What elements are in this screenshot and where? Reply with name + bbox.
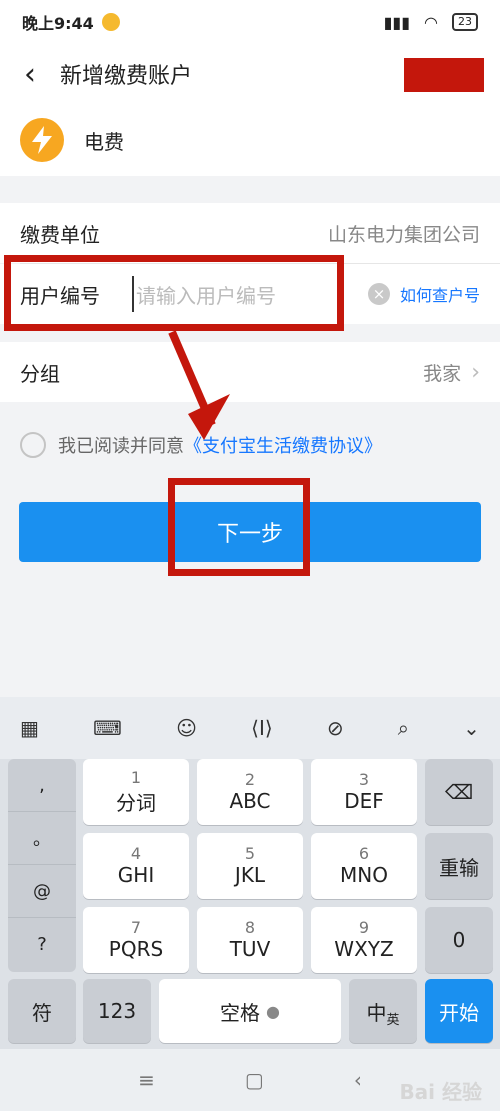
keyboard: , 。 @ ? 1 分词 2 ABC 3 DEF ⌫ 4 GHI 5 JKL 6 MNO 重… [0,759,500,1049]
key-3[interactable]: 3 DEF [311,759,417,825]
key-label: JKL [234,863,266,887]
key-num: 5 [244,844,256,863]
symbol-column[interactable]: , 。 @ ? [8,759,76,972]
space-key[interactable]: 空格 ● [159,979,341,1043]
zero-key[interactable]: 0 [425,907,493,973]
key-label: WXYZ [334,937,394,961]
key-label: MNO [340,863,388,887]
key-label: DEF [344,789,384,813]
key-label: GHI [117,863,155,887]
key-label: PQRS [108,937,164,961]
key-6[interactable]: 6 MNO [311,833,417,899]
watermark: Bai 经验 [399,1080,482,1104]
key-num: 1 [130,767,142,787]
reenter-key[interactable]: 重输 [425,833,493,899]
key-7[interactable]: 7 PQRS [83,907,189,973]
key-9[interactable]: 9 WXYZ [311,907,417,973]
space-label: 空格 [220,1000,261,1025]
symbol-key[interactable]: ? [8,918,76,971]
menu-icon[interactable]: ≡ [138,1068,155,1092]
key-label: ABC [229,789,271,813]
key-2[interactable]: 2 ABC [197,759,303,825]
key-5[interactable]: 5 JKL [197,833,303,899]
keyboard-icon[interactable]: ⌨ [93,716,122,740]
link-icon[interactable]: ⊘ [327,716,344,740]
symbol-key[interactable]: , [8,759,76,812]
grid-icon[interactable]: ▦ [20,716,39,740]
key-8[interactable]: 8 TUV [197,907,303,973]
lang-sub: 英 [386,1012,400,1028]
key-num: 7 [130,918,142,937]
keyboard-toolbar: ▦ ⌨ ☺ ⟨I⟩ ⊘ ⌕ ⌄ [0,697,500,759]
chevron-down-icon[interactable]: ⌄ [463,716,480,740]
key-4[interactable]: 4 GHI [83,833,189,899]
emoji-icon[interactable]: ☺ [176,716,197,740]
key-num: 6 [358,844,370,863]
numeric-key[interactable]: 123 [83,979,151,1043]
symbol-key-main[interactable]: 符 [8,979,76,1043]
key-num: 4 [130,844,142,863]
lang-main: 中 [366,1000,387,1025]
search-icon[interactable]: ⌕ [398,716,409,740]
symbol-key[interactable]: 。 [8,812,76,865]
mic-icon: ● [266,1001,280,1021]
language-key[interactable]: 中英 [349,979,417,1043]
home-icon[interactable]: ▢ [245,1068,264,1092]
backspace-icon: ⌫ [444,780,474,804]
key-num: 2 [244,770,256,789]
key-label: TUV [229,937,271,961]
key-num: 9 [358,918,370,937]
backspace-key[interactable]: ⌫ [425,759,493,825]
key-1[interactable]: 1 分词 [83,759,189,825]
go-key[interactable]: 开始 [425,979,493,1043]
symbol-key[interactable]: @ [8,865,76,918]
back-nav-icon[interactable]: ‹ [354,1068,362,1092]
key-num: 3 [358,770,370,789]
cursor-icon[interactable]: ⟨I⟩ [251,716,273,740]
key-label: 分词 [116,790,156,815]
key-num: 8 [244,918,256,937]
